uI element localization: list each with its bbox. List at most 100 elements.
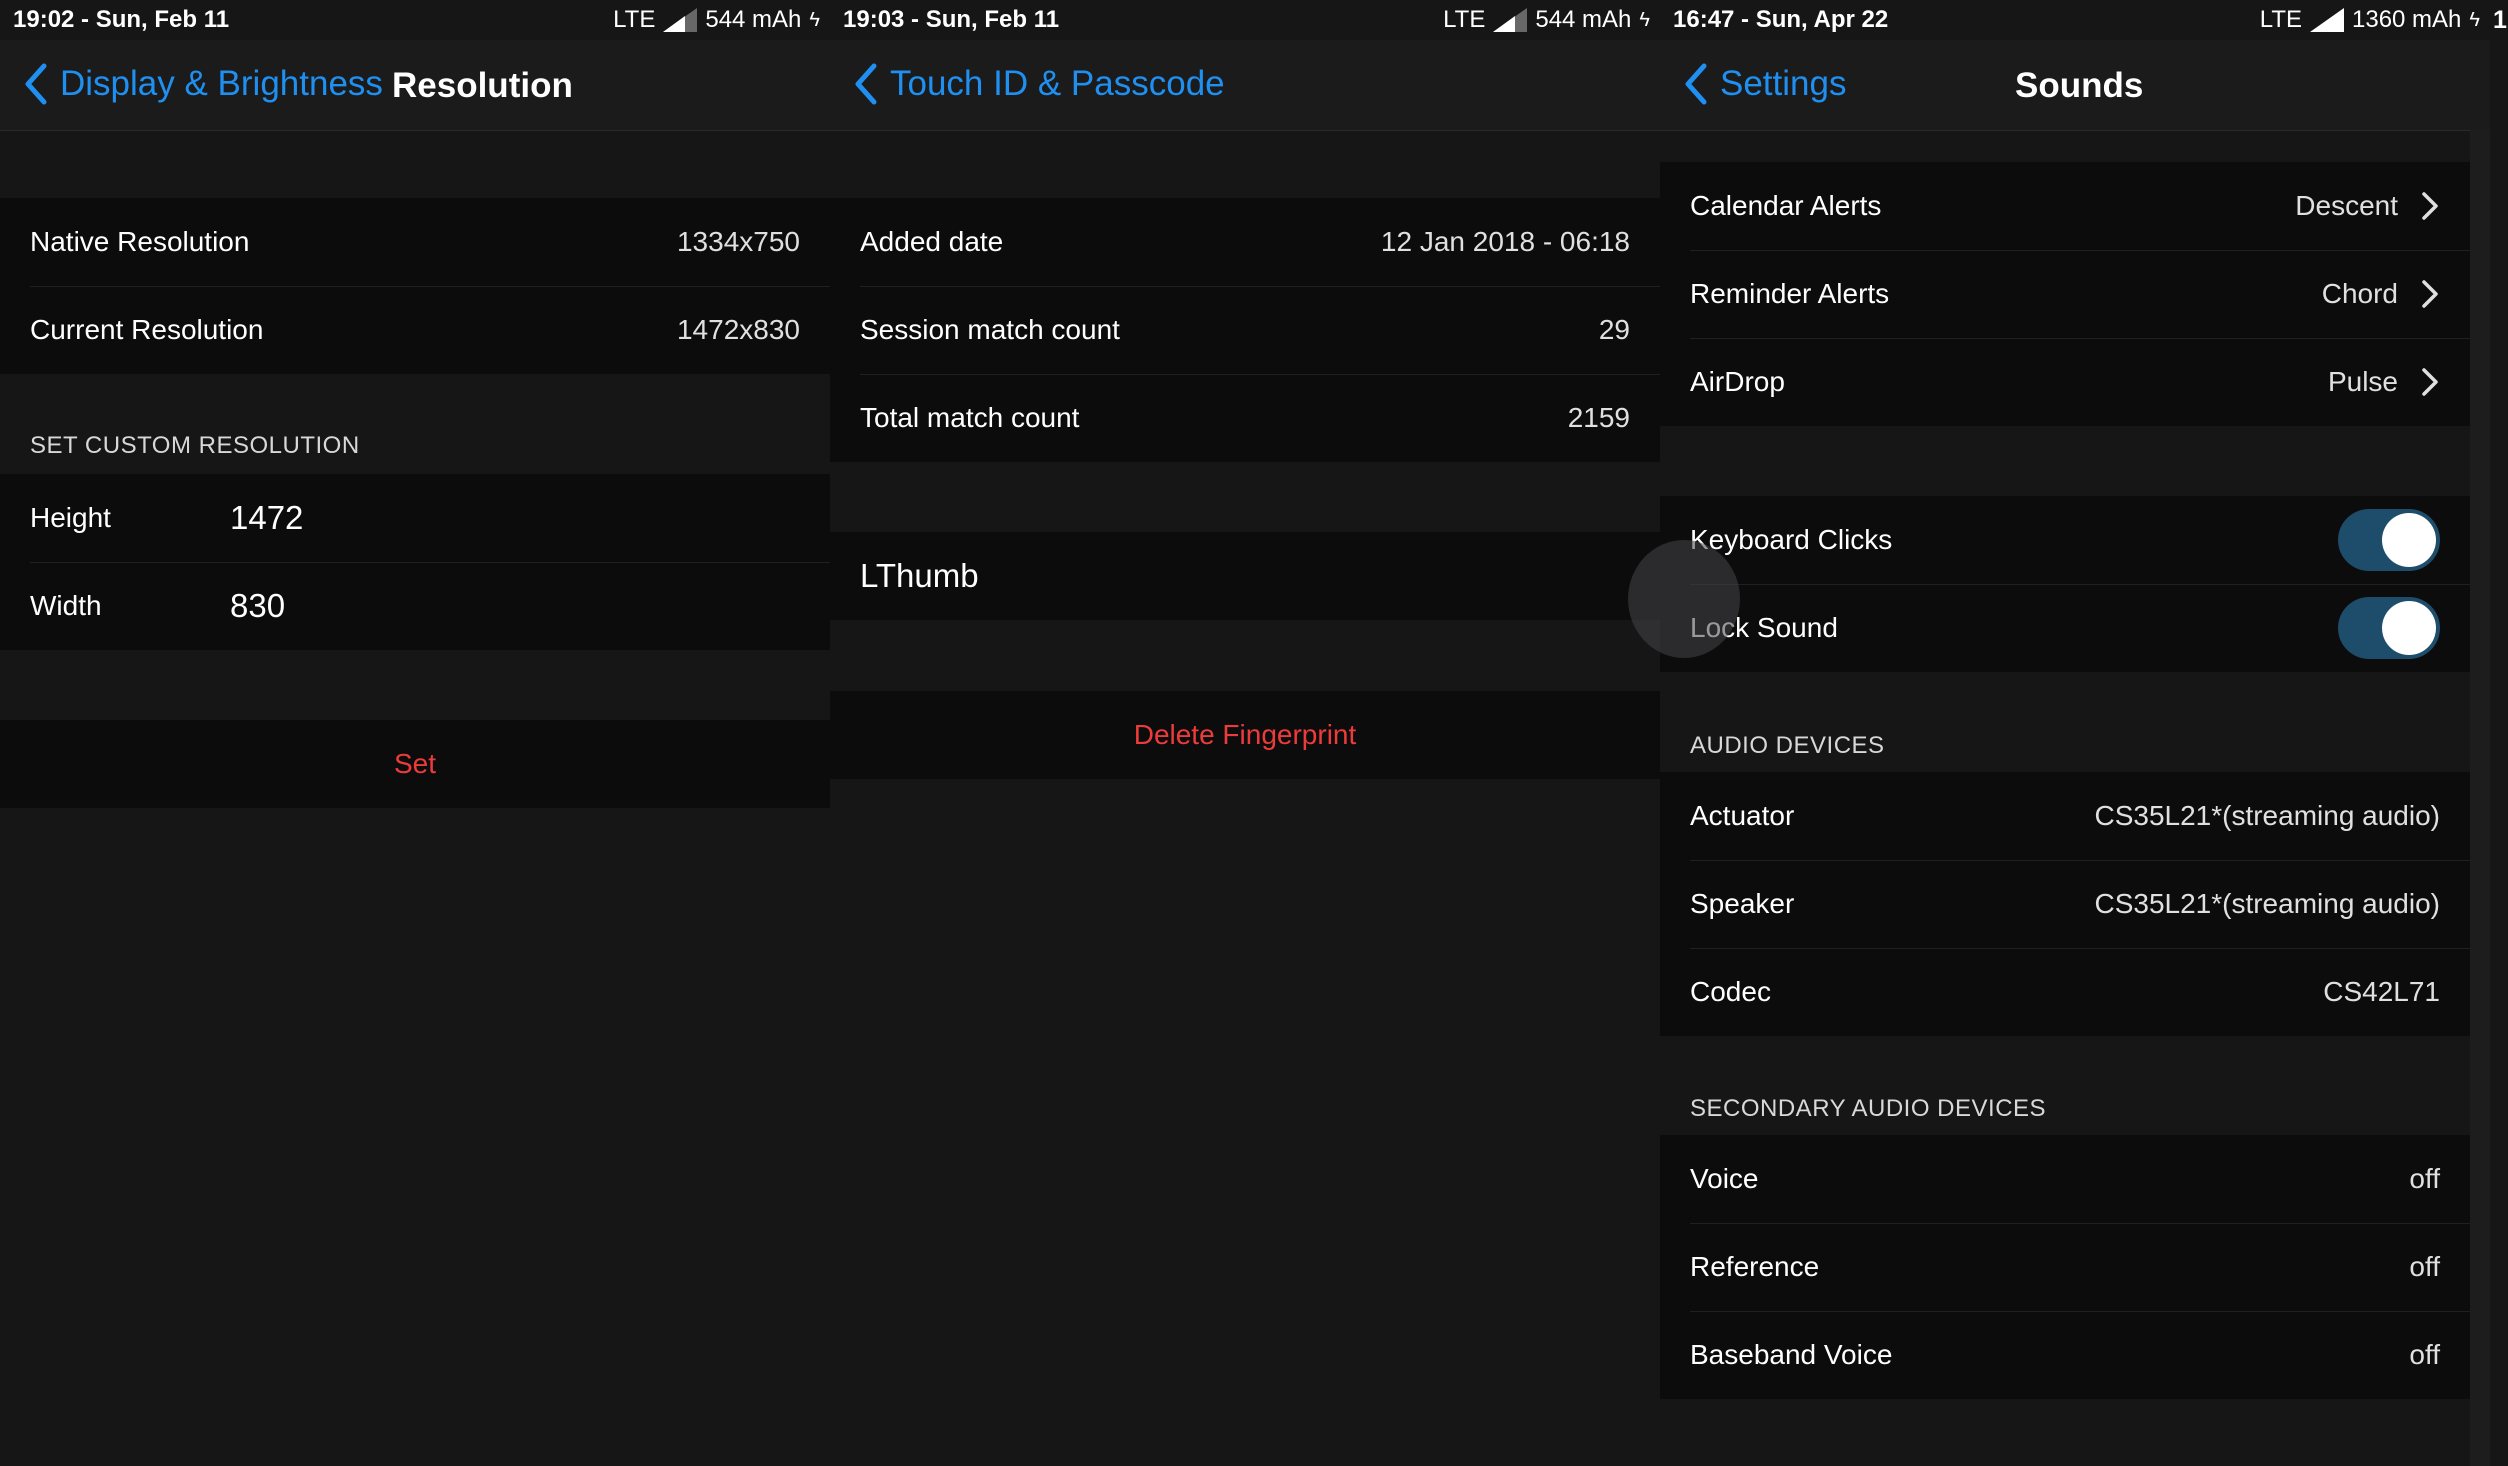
status-time: 19:03 - Sun, Feb 11	[843, 6, 1060, 33]
status-time: 19:02 - Sun, Feb 11	[13, 6, 230, 33]
height-label: Height	[30, 502, 111, 533]
network-label: LTE	[2259, 6, 2302, 33]
charging-icon: ϟ	[809, 8, 820, 31]
status-bar: 19:02 - Sun, Feb 11 LTE 544 mAh ϟ	[0, 0, 830, 40]
codec-row: Codec CS42L71	[1660, 948, 2470, 1036]
row-label: Voice	[1690, 1163, 1759, 1194]
toggle-knob	[2382, 513, 2436, 567]
fingerprint-info-group: Added date 12 Jan 2018 - 06:18 Session m…	[830, 198, 1660, 462]
baseband-voice-row: Baseband Voice off	[1660, 1311, 2470, 1399]
height-input[interactable]: 1472	[230, 499, 303, 537]
status-bar: 16:47 - Sun, Apr 22 LTE 1360 mAh ϟ	[1660, 0, 2490, 40]
battery-label: 544 mAh	[1535, 6, 1632, 33]
audio-devices-group: Actuator CS35L21*(streaming audio) Speak…	[1660, 772, 2470, 1036]
fingerprint-name-group: LThumb	[830, 532, 1660, 620]
chevron-right-icon	[2422, 280, 2438, 308]
session-match-row: Session match count 29	[830, 286, 1660, 374]
back-button[interactable]: Touch ID & Passcode	[852, 62, 1225, 106]
section-header: AUDIO DEVICES	[1690, 732, 1885, 759]
toggle-knob	[2382, 601, 2436, 655]
resolution-screen: 19:02 - Sun, Feb 11 LTE 544 mAh ϟ Displa…	[0, 0, 830, 1466]
reference-row: Reference off	[1660, 1223, 2470, 1311]
width-label: Width	[30, 590, 102, 621]
reminder-alerts-row[interactable]: Reminder Alerts Chord	[1660, 250, 2470, 338]
row-label: Actuator	[1690, 800, 1795, 831]
row-value: off	[2409, 1163, 2440, 1194]
battery-label: 1360 mAh	[2352, 6, 2462, 33]
added-date-row: Added date 12 Jan 2018 - 06:18	[830, 198, 1660, 286]
back-label: Settings	[1720, 64, 1847, 103]
row-value: 2159	[1567, 402, 1630, 433]
width-row[interactable]: Width 830	[0, 562, 830, 650]
voice-row: Voice off	[1660, 1135, 2470, 1223]
row-label: Calendar Alerts	[1690, 190, 1882, 221]
row-label: Session match count	[860, 314, 1120, 345]
chevron-left-icon	[25, 63, 47, 105]
touch-indicator	[1628, 540, 1740, 658]
next-screenshot-edge: 1	[2490, 0, 2508, 1466]
speaker-row: Speaker CS35L21*(streaming audio)	[1660, 860, 2470, 948]
navigation-bar: Touch ID & Passcode	[830, 40, 1660, 131]
row-label: AirDrop	[1690, 366, 1785, 397]
width-input[interactable]: 830	[230, 587, 285, 625]
custom-resolution-group: Height 1472 Width 830	[0, 474, 830, 650]
navigation-bar: Display & Brightness Resolution	[0, 40, 830, 131]
charging-icon: ϟ	[2469, 8, 2480, 31]
row-value: Pulse	[2327, 366, 2398, 397]
delete-fingerprint-button[interactable]: Delete Fingerprint	[830, 691, 1660, 779]
row-label: Reference	[1690, 1251, 1820, 1282]
row-value: CS42L71	[2323, 976, 2440, 1007]
section-header: SECONDARY AUDIO DEVICES	[1690, 1095, 2047, 1122]
chevron-right-icon	[2422, 192, 2438, 220]
row-value: 1472x830	[676, 314, 800, 345]
fingerprint-name-field[interactable]: LThumb	[830, 532, 1660, 620]
toggles-group: Keyboard Clicks Lock Sound	[1660, 496, 2470, 672]
keyboard-clicks-toggle[interactable]	[2338, 509, 2440, 571]
back-button[interactable]: Settings	[1682, 62, 1846, 106]
resolution-info-group: Native Resolution 1334x750 Current Resol…	[0, 198, 830, 374]
total-match-row: Total match count 2159	[830, 374, 1660, 462]
row-label: Added date	[860, 226, 1004, 257]
sounds-screen: 16:47 - Sun, Apr 22 LTE 1360 mAh ϟ Setti…	[1660, 0, 2490, 1466]
row-label: Baseband Voice	[1690, 1339, 1893, 1370]
set-group: Set	[0, 720, 830, 808]
row-label: Current Resolution	[30, 314, 264, 345]
strip-text: 1	[2493, 6, 2507, 34]
page-title: Sounds	[2015, 66, 2144, 105]
fingerprint-name: LThumb	[860, 557, 979, 594]
back-label: Display & Brightness	[60, 64, 383, 103]
row-value: CS35L21*(streaming audio)	[2094, 800, 2440, 831]
row-label: Total match count	[860, 402, 1080, 433]
height-row[interactable]: Height 1472	[0, 474, 830, 562]
calendar-alerts-row[interactable]: Calendar Alerts Descent	[1660, 162, 2470, 250]
set-button[interactable]: Set	[0, 720, 830, 808]
page-title: Resolution	[392, 66, 573, 105]
row-label: Speaker	[1690, 888, 1795, 919]
status-time: 16:47 - Sun, Apr 22	[1673, 6, 1889, 33]
airdrop-row[interactable]: AirDrop Pulse	[1660, 338, 2470, 426]
back-label: Touch ID & Passcode	[890, 64, 1225, 103]
navigation-bar: Settings Sounds	[1660, 40, 2490, 131]
signal-icon	[1493, 8, 1528, 32]
row-value: 29	[1598, 314, 1630, 345]
alert-tones-group: Calendar Alerts Descent Reminder Alerts …	[1660, 162, 2470, 426]
status-bar: 19:03 - Sun, Feb 11 LTE 544 mAh ϟ	[830, 0, 1660, 40]
row-label: Native Resolution	[30, 226, 250, 257]
row-value: off	[2409, 1251, 2440, 1282]
row-label: Keyboard Clicks	[1690, 524, 1893, 555]
row-label: Codec	[1690, 976, 1771, 1007]
keyboard-clicks-row: Keyboard Clicks	[1660, 496, 2470, 584]
section-header: SET CUSTOM RESOLUTION	[30, 432, 360, 459]
secondary-audio-group: Voice off Reference off Baseband Voice o…	[1660, 1135, 2470, 1399]
chevron-left-icon	[1685, 63, 1707, 105]
scrollbar[interactable]	[2470, 130, 2490, 1466]
battery-label: 544 mAh	[705, 6, 802, 33]
row-value: Chord	[2321, 278, 2398, 309]
actuator-row: Actuator CS35L21*(streaming audio)	[1660, 772, 2470, 860]
signal-icon	[663, 8, 698, 32]
network-label: LTE	[613, 6, 656, 33]
row-value: Descent	[2295, 190, 2398, 221]
lock-sound-toggle[interactable]	[2338, 597, 2440, 659]
signal-icon	[2310, 8, 2344, 32]
back-button[interactable]: Display & Brightness	[22, 62, 383, 106]
